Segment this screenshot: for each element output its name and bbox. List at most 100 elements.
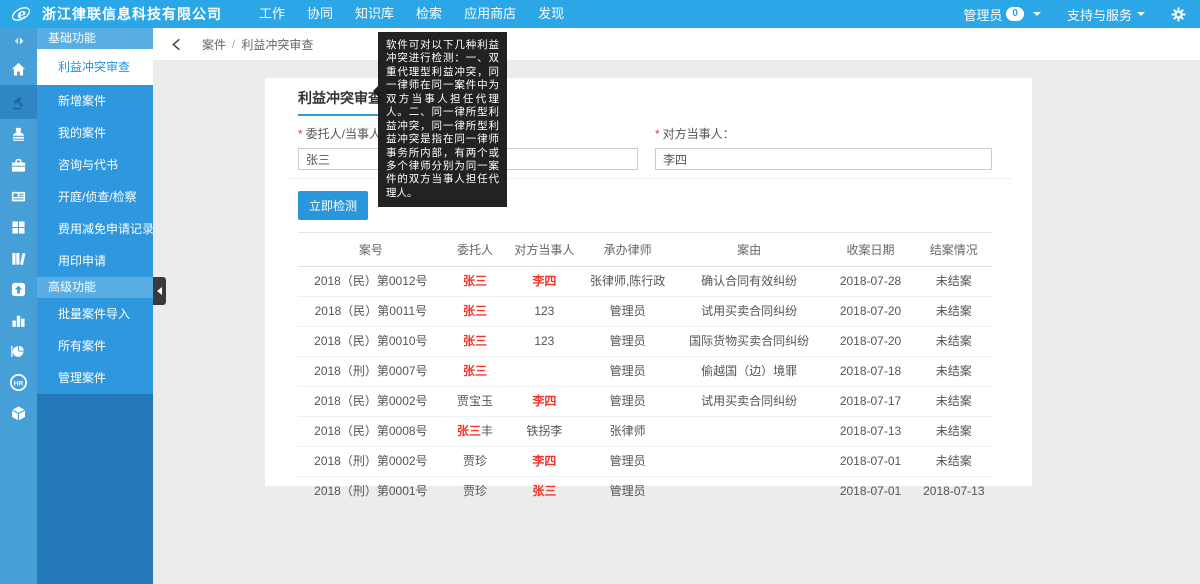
- table-row[interactable]: 2018（刑）第0001号贾珍张三管理员2018-07-012018-07-13: [298, 477, 992, 507]
- table-row[interactable]: 2018（民）第0010号张三123管理员国际货物买卖合同纠纷2018-07-2…: [298, 327, 992, 357]
- table-cell: [673, 477, 826, 507]
- table-cell: 确认合同有效纠纷: [673, 267, 826, 297]
- sidebar-collapse-handle[interactable]: [153, 277, 166, 305]
- bar-chart-icon[interactable]: [0, 305, 37, 336]
- gear-icon[interactable]: [1171, 7, 1186, 22]
- table-row[interactable]: 2018（民）第0002号贾宝玉李四管理员试用买卖合同纠纷2018-07-17未…: [298, 387, 992, 417]
- table-cell: 2018-07-01: [825, 477, 915, 507]
- table-row[interactable]: 2018（刑）第0007号张三管理员偷越国（边）境罪2018-07-18未结案: [298, 357, 992, 387]
- nav-item-6[interactable]: 发现: [527, 0, 575, 28]
- table-cell: 管理员: [583, 327, 673, 357]
- collapse-arrows-icon[interactable]: [0, 28, 37, 54]
- content-area: 利益冲突审查 ? *委托人/当事人： *对方当事人： 立即检测 案号委托人对方当…: [153, 60, 1200, 584]
- support-label: 支持与服务: [1067, 5, 1132, 24]
- opposing-party-field-label: *对方当事人：: [655, 125, 992, 142]
- sidebar-item-1[interactable]: 利益冲突审查: [37, 49, 153, 85]
- table-cell: 李四: [506, 387, 582, 417]
- table-cell: 国际货物买卖合同纠纷: [673, 327, 826, 357]
- breadcrumb-separator: /: [232, 37, 235, 51]
- app-grid-icon[interactable]: [0, 212, 37, 243]
- table-cell: 未结案: [916, 297, 992, 327]
- sidebar-menu: 基础功能利益冲突审查新增案件我的案件咨询与代书开庭/侦查/检察费用减免申请记录用…: [37, 28, 153, 584]
- sidebar-item-11[interactable]: 管理案件: [37, 362, 153, 394]
- breadcrumb-item-cases[interactable]: 案件: [202, 36, 226, 53]
- chevron-left-icon: [157, 287, 162, 295]
- gavel-icon[interactable]: [0, 85, 37, 119]
- table-row[interactable]: 2018（民）第0008号张三丰铁拐李张律师2018-07-13未结案: [298, 417, 992, 447]
- breadcrumb-bar: 案件 / 利益冲突审查: [153, 28, 1200, 60]
- table-cell: 贾珍: [444, 447, 506, 477]
- main-nav: 工作协同知识库检索应用商店发现: [248, 0, 575, 28]
- table-cell: 试用买卖合同纠纷: [673, 387, 826, 417]
- breadcrumb-item-current: 利益冲突审查: [241, 36, 313, 53]
- hr-icon[interactable]: HR: [0, 367, 37, 398]
- tooltip-text: 软件可对以下几种利益冲突进行检测：一、双重代理型利益冲突，同一律师在同一案件中为…: [386, 39, 499, 199]
- notification-badge: 0: [1006, 7, 1024, 21]
- sidebar-item-5[interactable]: 开庭/侦查/检察: [37, 181, 153, 213]
- table-cell: 未结案: [916, 327, 992, 357]
- table-cell: 管理员: [583, 357, 673, 387]
- sidebar-item-3[interactable]: 我的案件: [37, 117, 153, 149]
- table-cell: 张律师: [583, 417, 673, 447]
- table-row[interactable]: 2018（民）第0012号张三李四张律师,陈行政确认合同有效纠纷2018-07-…: [298, 267, 992, 297]
- pie-chart-icon[interactable]: [0, 336, 37, 367]
- column-header-4: 承办律师: [583, 233, 673, 267]
- nav-item-4[interactable]: 检索: [405, 0, 453, 28]
- opposing-party-input[interactable]: [655, 148, 992, 170]
- home-icon[interactable]: [0, 54, 37, 85]
- table-cell: 铁拐李: [506, 417, 582, 447]
- table-cell: 试用买卖合同纠纷: [673, 297, 826, 327]
- library-icon[interactable]: [0, 243, 37, 274]
- sidebar-item-2[interactable]: 新增案件: [37, 85, 153, 117]
- sidebar-item-9[interactable]: 批量案件导入: [37, 298, 153, 330]
- sidebar-item-10[interactable]: 所有案件: [37, 330, 153, 362]
- cube-icon[interactable]: [0, 398, 37, 429]
- table-cell: 2018-07-28: [825, 267, 915, 297]
- sidebar-item-4[interactable]: 咨询与代书: [37, 149, 153, 181]
- table-cell: [673, 447, 826, 477]
- table-cell: 未结案: [916, 267, 992, 297]
- sidebar-item-7[interactable]: 用印申请: [37, 245, 153, 277]
- table-cell: 偷越国（边）境罪: [673, 357, 826, 387]
- id-card-icon[interactable]: [0, 181, 37, 212]
- nav-item-1[interactable]: 工作: [248, 0, 296, 28]
- detect-now-button[interactable]: 立即检测: [298, 191, 368, 220]
- table-row[interactable]: 2018（民）第0011号张三123管理员试用买卖合同纠纷2018-07-20未…: [298, 297, 992, 327]
- briefcase-icon[interactable]: [0, 150, 37, 181]
- column-header-1: 案号: [298, 233, 444, 267]
- table-cell: 管理员: [583, 387, 673, 417]
- table-cell: 贾宝玉: [444, 387, 506, 417]
- conflict-results-table: 案号委托人对方当事人承办律师案由收案日期结案情况 2018（民）第0012号张三…: [298, 232, 992, 507]
- table-cell: 管理员: [583, 297, 673, 327]
- tooltip-arrow: [373, 86, 378, 96]
- column-header-7: 结案情况: [916, 233, 992, 267]
- menu-section-header-8: 高级功能: [37, 277, 153, 298]
- top-navbar: e 浙江律联信息科技有限公司 工作协同知识库检索应用商店发现 管理员 0 支持与…: [0, 0, 1200, 28]
- menu-section-header-0: 基础功能: [37, 28, 153, 49]
- table-cell: [506, 357, 582, 387]
- table-cell: 2018-07-18: [825, 357, 915, 387]
- table-cell: 未结案: [916, 417, 992, 447]
- table-cell: 贾珍: [444, 477, 506, 507]
- table-cell: 2018（民）第0008号: [298, 417, 444, 447]
- chevron-down-icon: [1033, 12, 1041, 16]
- column-header-2: 委托人: [444, 233, 506, 267]
- table-cell: 2018-07-01: [825, 447, 915, 477]
- nav-item-2[interactable]: 协同: [296, 0, 344, 28]
- tab-conflict-review[interactable]: 利益冲突审查: [298, 88, 382, 116]
- support-menu[interactable]: 支持与服务: [1067, 5, 1145, 24]
- table-cell: 张律师,陈行政: [583, 267, 673, 297]
- table-cell: 张三: [444, 267, 506, 297]
- stamp-icon[interactable]: [0, 119, 37, 150]
- table-cell: 2018（刑）第0001号: [298, 477, 444, 507]
- nav-item-5[interactable]: 应用商店: [453, 0, 527, 28]
- sidebar-item-6[interactable]: 费用减免申请记录: [37, 213, 153, 245]
- back-chevron-icon[interactable]: [170, 37, 185, 52]
- table-cell: 未结案: [916, 387, 992, 417]
- table-row[interactable]: 2018（刑）第0002号贾珍李四管理员2018-07-01未结案: [298, 447, 992, 477]
- user-menu[interactable]: 管理员 0: [963, 5, 1041, 24]
- table-cell: 未结案: [916, 447, 992, 477]
- table-cell: 张三: [506, 477, 582, 507]
- upload-box-icon[interactable]: [0, 274, 37, 305]
- nav-item-3[interactable]: 知识库: [344, 0, 405, 28]
